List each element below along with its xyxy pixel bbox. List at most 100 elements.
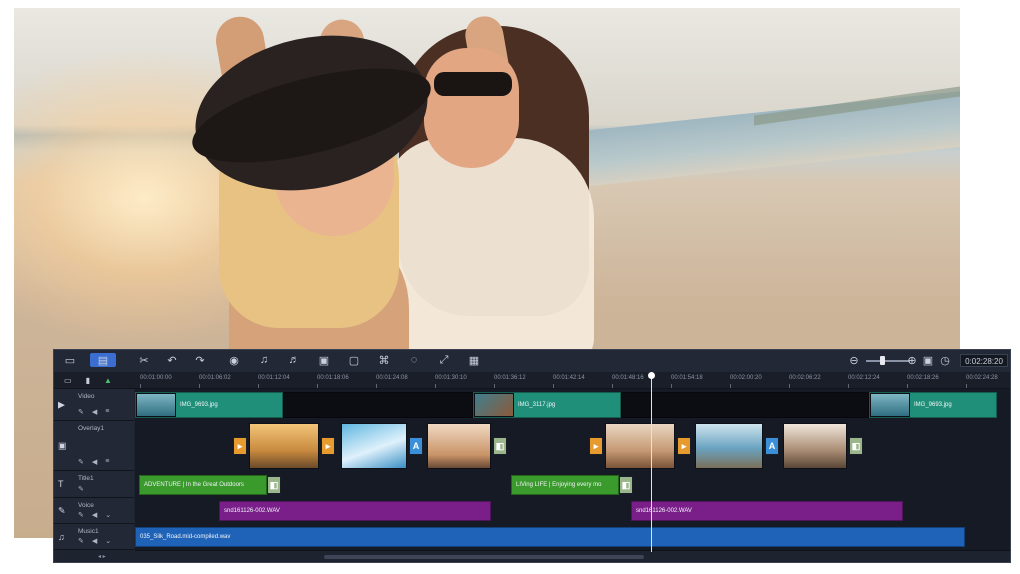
track-name: Voice: [78, 502, 94, 509]
expand-icon[interactable]: ⌄: [105, 537, 111, 545]
transition-icon[interactable]: ▸: [589, 437, 603, 455]
playhead[interactable]: [651, 374, 652, 552]
title-clip[interactable]: LIVing LIFE | Enjoying every mo: [511, 475, 619, 495]
ruler-tick-label: 00:01:36:12: [494, 375, 526, 381]
fit-to-window-icon[interactable]: ⤢: [436, 353, 452, 367]
mute-icon[interactable]: ◀: [92, 537, 97, 545]
overlay-thumbnail[interactable]: [695, 423, 763, 469]
transition-icon[interactable]: A: [409, 437, 423, 455]
video-clip[interactable]: IMG_3117.jpg: [473, 392, 621, 418]
ruler-tick-label: 00:01:30:10: [435, 375, 467, 381]
timeline-view-icon[interactable]: ▤: [90, 353, 116, 367]
transition-icon[interactable]: ▸: [321, 437, 335, 455]
undo-icon[interactable]: ↶: [164, 353, 180, 367]
clip-thumbnail: [136, 393, 176, 417]
render-icon[interactable]: ▦: [466, 353, 482, 367]
subtitle-editor-icon[interactable]: ▢: [346, 353, 362, 367]
redo-icon[interactable]: ↷: [192, 353, 208, 367]
edit-icon[interactable]: ✎: [78, 511, 84, 519]
ruler-tick-mark: [435, 384, 436, 388]
title-clip[interactable]: ADVENTURE | In the Great Outdoors: [139, 475, 267, 495]
fit-project-icon[interactable]: ▣: [920, 353, 936, 367]
clip-thumbnail: [870, 393, 910, 417]
edit-icon[interactable]: ✎: [78, 537, 84, 545]
overlay-thumbnail[interactable]: [605, 423, 675, 469]
edit-icon[interactable]: ✎: [78, 458, 84, 466]
overlay-thumbnail[interactable]: [427, 423, 491, 469]
ruler-tick-mark: [140, 384, 141, 388]
clip-label: IMG_3117.jpg: [518, 402, 556, 408]
ruler-tick-label: 00:02:24:28: [966, 375, 998, 381]
track-manager-icon[interactable]: ▭: [64, 376, 72, 385]
sound-mixer-icon[interactable]: ♫: [256, 353, 272, 367]
track-name: Video: [78, 393, 95, 400]
storyboard-view-icon[interactable]: ▭: [62, 353, 78, 367]
track-name: Title1: [78, 475, 94, 482]
clip-label: IMG_9693.jpg: [180, 402, 218, 408]
mute-icon[interactable]: ◀: [92, 458, 97, 466]
record-capture-icon[interactable]: ◉: [226, 353, 242, 367]
mute-icon[interactable]: ◀: [92, 408, 97, 416]
woman-right-shirt: [384, 138, 594, 368]
expand-icon[interactable]: ⌄: [105, 511, 111, 519]
zoom-in-icon[interactable]: ⊕: [904, 353, 920, 367]
edit-icon[interactable]: ✎: [78, 408, 84, 416]
transition-icon[interactable]: ◧: [849, 437, 863, 455]
ruler-tick-label: 00:01:42:14: [553, 375, 585, 381]
clip-label: snd161126-002.WAV: [636, 508, 692, 514]
overlay-thumbnail[interactable]: [783, 423, 847, 469]
voice-clip[interactable]: snd161126-002.WAV: [219, 501, 491, 521]
playhead-handle[interactable]: [648, 372, 655, 379]
ruler-tick-mark: [966, 384, 967, 388]
music-clip[interactable]: 035_Silk_Road.mid-compiled.wav: [135, 527, 965, 547]
ruler-tick-mark: [258, 384, 259, 388]
transition-icon[interactable]: A: [765, 437, 779, 455]
track-header-video: ▶ Video ✎ ◀ ≡: [54, 389, 134, 421]
auto-music-icon[interactable]: ♬: [286, 353, 302, 367]
chapter-point-icon[interactable]: ▮: [86, 376, 90, 385]
mask-creator-icon[interactable]: ◌: [406, 353, 422, 367]
transition-icon[interactable]: ◧: [619, 476, 633, 494]
voice-track-icon: ✎: [58, 505, 66, 515]
overlay-thumbnail[interactable]: [249, 423, 319, 469]
motion-tracking-icon[interactable]: ▣: [316, 353, 332, 367]
transition-icon[interactable]: ▸: [677, 437, 691, 455]
track-area-title: ADVENTURE | In the Great Outdoors ◧ LIVi…: [135, 471, 1010, 499]
track-name: Overlay1: [78, 425, 105, 432]
ruler-tick-label: 00:02:12:24: [848, 375, 880, 381]
time-ruler[interactable]: 00:01:00:00 00:01:06:02 00:01:12:04 00:01:1…: [54, 372, 1010, 389]
overlay-track-icon: ▣: [58, 440, 67, 450]
tools-icon[interactable]: ✂: [136, 353, 152, 367]
track-area-voice: snd161126-002.WAV snd161126-002.WAV: [135, 498, 1010, 525]
zoom-out-icon[interactable]: ⊖: [846, 353, 862, 367]
scroll-arrows[interactable]: ◂ ▸: [98, 553, 106, 560]
clip-label: snd161126-002.WAV: [224, 508, 280, 514]
edit-icon[interactable]: ✎: [78, 485, 84, 493]
video-clip[interactable]: IMG_9693.jpg: [135, 392, 283, 418]
overlay-thumbnail[interactable]: [341, 423, 407, 469]
ruler-tick-label: 00:01:00:00: [140, 375, 172, 381]
ruler-tick-label: 00:01:12:04: [258, 375, 290, 381]
clip-label: ADVENTURE | In the Great Outdoors: [144, 482, 244, 488]
ruler-tick-label: 00:01:48:16: [612, 375, 644, 381]
ruler-tick-mark: [199, 384, 200, 388]
transition-icon[interactable]: ▸: [233, 437, 247, 455]
title-track-icon: T: [58, 479, 64, 489]
zoom-slider-thumb[interactable]: [880, 356, 885, 365]
multi-camera-icon[interactable]: ⌘: [376, 353, 392, 367]
track-manager-tools: ▭ ▮ ▲: [54, 372, 134, 388]
ripple-edit-icon[interactable]: ▲: [104, 376, 112, 385]
ruler-tick-label: 00:02:18:26: [907, 375, 939, 381]
video-gap: [283, 392, 473, 418]
video-clip[interactable]: IMG_9693.jpg: [869, 392, 997, 418]
mute-icon[interactable]: ◀: [92, 511, 97, 519]
menu-icon[interactable]: ≡: [105, 458, 109, 466]
track-header-overlay: ▣ Overlay1 ✎ ◀ ≡: [54, 421, 134, 471]
ruler-tick-label: 00:02:06:22: [789, 375, 821, 381]
transition-icon[interactable]: ◧: [267, 476, 281, 494]
menu-icon[interactable]: ≡: [105, 408, 109, 416]
horizontal-scrollbar[interactable]: [324, 555, 644, 559]
transition-icon[interactable]: ◧: [493, 437, 507, 455]
ruler-tick-mark: [317, 384, 318, 388]
voice-clip[interactable]: snd161126-002.WAV: [631, 501, 903, 521]
